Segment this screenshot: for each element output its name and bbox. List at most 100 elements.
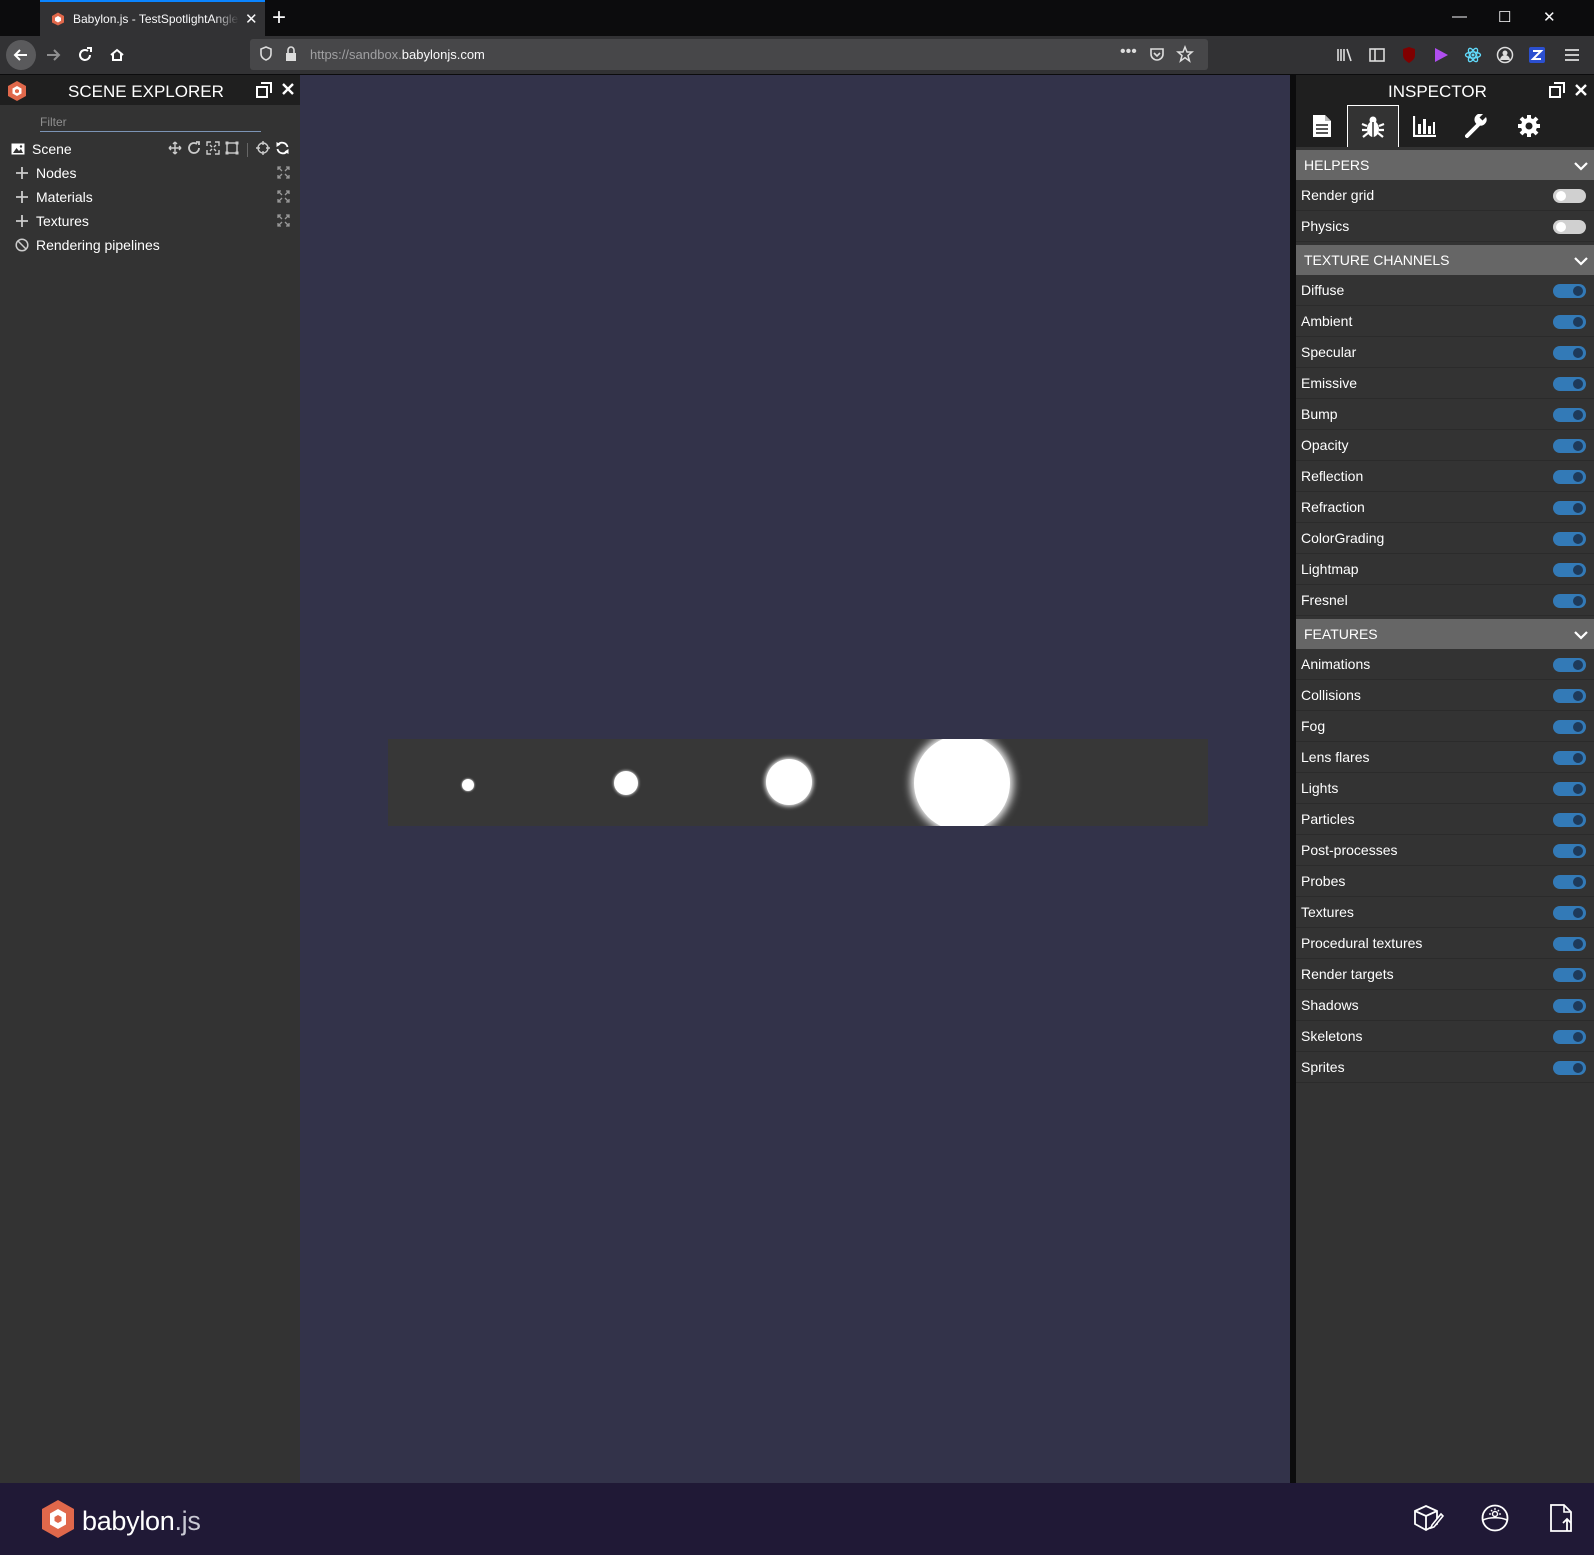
reload-icon[interactable] <box>70 40 100 70</box>
toggle-colorgrading[interactable] <box>1553 532 1586 546</box>
scale-gizmo-icon[interactable] <box>206 141 220 158</box>
pick-crosshair-icon[interactable] <box>256 141 270 158</box>
menu-hamburger-icon[interactable] <box>1562 45 1582 65</box>
tab-close-icon[interactable]: ✕ <box>245 10 258 28</box>
properties-tab-icon[interactable] <box>1296 105 1348 147</box>
expand-plus-icon[interactable] <box>15 166 29 180</box>
react-devtools-icon[interactable] <box>1463 45 1483 65</box>
chevron-down-icon[interactable] <box>1574 158 1588 174</box>
row-post-processes: Post-processes <box>1296 835 1594 866</box>
toggle-ambient[interactable] <box>1553 315 1586 329</box>
toggle-fresnel[interactable] <box>1553 594 1586 608</box>
toggle-opacity[interactable] <box>1553 439 1586 453</box>
close-window-icon[interactable]: ✕ <box>1543 8 1556 26</box>
row-label: Render targets <box>1301 966 1394 982</box>
toggle-reflection[interactable] <box>1553 470 1586 484</box>
expand-plus-icon[interactable] <box>15 214 29 228</box>
tree-item-scene[interactable]: Scene <box>0 137 300 161</box>
home-icon[interactable] <box>102 40 132 70</box>
rotate-gizmo-icon[interactable] <box>187 141 201 158</box>
render-canvas[interactable] <box>300 75 1290 1483</box>
toggle-probes[interactable] <box>1553 875 1586 889</box>
toggle-procedural-textures[interactable] <box>1553 937 1586 951</box>
open-file-icon[interactable] <box>1548 1503 1574 1538</box>
toggle-lights[interactable] <box>1553 782 1586 796</box>
helpers-section-header[interactable]: HELPERS <box>1296 150 1594 180</box>
filter-field[interactable] <box>40 113 261 132</box>
back-icon[interactable] <box>6 40 36 70</box>
toggle-textures[interactable] <box>1553 906 1586 920</box>
account-icon[interactable] <box>1495 45 1515 65</box>
shield-icon[interactable] <box>258 45 274 63</box>
toggle-skeletons[interactable] <box>1553 1030 1586 1044</box>
chevron-down-icon[interactable] <box>1574 627 1588 643</box>
close-panel-icon[interactable] <box>1574 83 1588 102</box>
expand-plus-icon[interactable] <box>15 190 29 204</box>
toggle-diffuse[interactable] <box>1553 284 1586 298</box>
row-lens-flares: Lens flares <box>1296 742 1594 773</box>
zotero-icon[interactable] <box>1527 45 1547 65</box>
toggle-fog[interactable] <box>1553 720 1586 734</box>
toggle-refraction[interactable] <box>1553 501 1586 515</box>
settings-tab-icon[interactable] <box>1503 105 1555 147</box>
toggle-specular[interactable] <box>1553 346 1586 360</box>
toggle-render-targets[interactable] <box>1553 968 1586 982</box>
statistics-tab-icon[interactable] <box>1399 105 1451 147</box>
browser-tab[interactable]: Babylon.js - TestSpotlightAngle ✕ <box>40 0 265 36</box>
toggle-lens-flares[interactable] <box>1553 751 1586 765</box>
tools-tab-icon[interactable] <box>1451 105 1503 147</box>
maximize-icon[interactable]: ☐ <box>1498 8 1511 26</box>
toggle-physics[interactable] <box>1553 220 1586 234</box>
chevron-down-icon[interactable] <box>1574 253 1588 269</box>
minimize-icon[interactable]: — <box>1452 8 1467 25</box>
expand-all-icon[interactable] <box>277 166 290 182</box>
translate-gizmo-icon[interactable] <box>168 141 182 158</box>
toggle-collisions[interactable] <box>1553 689 1586 703</box>
tree-item-label: Textures <box>36 213 89 229</box>
inspector-toggle-icon[interactable] <box>1412 1503 1445 1538</box>
toggle-post-processes[interactable] <box>1553 844 1586 858</box>
ublock-icon[interactable] <box>1399 45 1419 65</box>
close-panel-icon[interactable] <box>281 82 295 101</box>
row-particles: Particles <box>1296 804 1594 835</box>
section-title: FEATURES <box>1304 626 1378 642</box>
url-bar[interactable]: https://sandbox.babylonjs.com ••• <box>250 39 1208 70</box>
pocket-icon[interactable] <box>1148 45 1166 63</box>
row-label: Specular <box>1301 344 1357 360</box>
forward-icon[interactable] <box>38 40 68 70</box>
toggle-shadows[interactable] <box>1553 999 1586 1013</box>
sidebar-icon[interactable] <box>1367 45 1387 65</box>
features-section-header[interactable]: FEATURES <box>1296 619 1594 649</box>
toggle-sprites[interactable] <box>1553 1061 1586 1075</box>
toggle-animations[interactable] <box>1553 658 1586 672</box>
filter-input[interactable] <box>40 113 261 131</box>
tree-item-nodes[interactable]: Nodes <box>0 161 300 185</box>
toggle-bump[interactable] <box>1553 408 1586 422</box>
row-diffuse: Diffuse <box>1296 275 1594 306</box>
debug-tab-icon[interactable] <box>1347 105 1399 147</box>
row-label: Collisions <box>1301 687 1361 703</box>
environment-icon[interactable] <box>1480 1503 1510 1538</box>
popout-icon[interactable] <box>1549 82 1565 103</box>
bounding-box-gizmo-icon[interactable] <box>225 141 239 158</box>
play-extension-icon[interactable] <box>1431 45 1451 65</box>
popout-icon[interactable] <box>256 82 272 103</box>
toggle-lightmap[interactable] <box>1553 563 1586 577</box>
lock-icon[interactable] <box>284 45 298 63</box>
toggle-particles[interactable] <box>1553 813 1586 827</box>
tree-item-textures[interactable]: Textures <box>0 209 300 233</box>
toggle-render-grid[interactable] <box>1553 189 1586 203</box>
bookmark-star-icon[interactable] <box>1176 45 1194 63</box>
tree-item-materials[interactable]: Materials <box>0 185 300 209</box>
new-tab-icon[interactable]: + <box>272 4 286 32</box>
toggle-emissive[interactable] <box>1553 377 1586 391</box>
brand-wordmark: babylon.js <box>82 1506 201 1536</box>
expand-all-icon[interactable] <box>277 214 290 230</box>
refresh-icon[interactable] <box>275 141 290 158</box>
tree-item-rendering-pipelines[interactable]: Rendering pipelines <box>0 233 300 257</box>
more-actions-icon[interactable]: ••• <box>1120 43 1137 61</box>
library-icon[interactable] <box>1335 45 1355 65</box>
expand-all-icon[interactable] <box>277 190 290 206</box>
texture-channels-section-header[interactable]: TEXTURE CHANNELS <box>1296 245 1594 275</box>
toggle-knob <box>1573 970 1583 980</box>
